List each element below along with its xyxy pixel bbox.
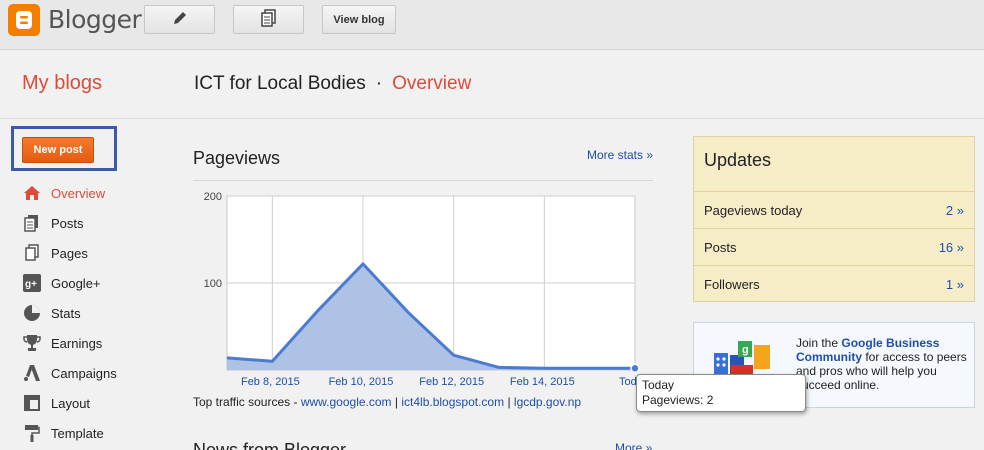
sidebar-item-label: Overview — [51, 185, 106, 201]
x-tick-label: Feb 10, 2015 — [329, 376, 394, 388]
page-title: ICT for Local Bodies · Overview — [194, 73, 471, 95]
top-bar: Blogger View blog — [0, 0, 984, 50]
news-heading: News from Blogger — [193, 440, 347, 450]
sidebar-item-template[interactable]: Template — [22, 418, 172, 448]
pencil-icon — [172, 10, 188, 29]
x-tick-label: Feb 14, 2015 — [510, 376, 575, 388]
more-stats-link[interactable]: More stats » — [587, 148, 653, 162]
sidebar-item-label: Posts — [51, 215, 84, 231]
svg-text:g+: g+ — [25, 279, 37, 290]
blog-title: ICT for Local Bodies — [194, 73, 366, 94]
pageviews-chart: 100 200 Feb 8, 2015 Feb 10, 2015 Feb 12, 201… — [204, 191, 640, 388]
updates-row-value[interactable]: 16 » — [939, 240, 964, 255]
traffic-label: Top traffic sources - — [193, 395, 298, 409]
traffic-source-link[interactable]: lgcdp.gov.np — [514, 395, 581, 409]
updates-heading: Updates — [694, 137, 974, 192]
sidebar-item-stats[interactable]: Stats — [22, 298, 172, 328]
updates-row-label: Pageviews today — [704, 202, 803, 218]
sidebar-item-label: Pages — [51, 245, 88, 261]
updates-row-label: Followers — [704, 277, 760, 292]
updates-row-label: Posts — [704, 239, 737, 255]
sidebar-item-overview[interactable]: Overview — [22, 178, 172, 208]
y-tick-label: 100 — [204, 278, 222, 290]
pageviews-divider — [193, 180, 653, 181]
new-post-toolbar-button[interactable] — [144, 5, 215, 34]
layout-icon — [22, 394, 42, 412]
community-text-pre: Join the — [796, 336, 842, 350]
sidebar-item-google-plus[interactable]: g+ Google+ — [22, 268, 172, 298]
traffic-separator: | — [507, 395, 511, 409]
x-tick-label: Tod — [619, 376, 637, 388]
blogger-logo-icon[interactable] — [8, 4, 40, 36]
svg-text:g: g — [742, 344, 749, 356]
updates-row-followers[interactable]: Followers 1 » — [694, 266, 974, 303]
sidebar-item-label: Stats — [51, 305, 81, 321]
header-divider — [0, 118, 984, 119]
adwords-icon — [22, 364, 42, 382]
new-post-button[interactable]: New post — [22, 137, 94, 163]
sidebar-item-label: Campaigns — [51, 365, 117, 381]
updates-row-value[interactable]: 1 » — [946, 277, 964, 292]
sidebar-item-layout[interactable]: Layout — [22, 388, 172, 418]
updates-row-value[interactable]: 2 » — [946, 203, 964, 218]
section-title: Overview — [392, 73, 472, 94]
updates-panel: Updates Pageviews today 2 » Posts 16 » F… — [693, 136, 975, 302]
x-tick-label: Feb 12, 2015 — [419, 376, 484, 388]
my-blogs-link[interactable]: My blogs — [22, 72, 102, 95]
sidebar-item-posts[interactable]: Posts — [22, 208, 172, 238]
traffic-sources: Top traffic sources - www.google.com | i… — [193, 395, 581, 409]
x-tick-label: Feb 8, 2015 — [241, 376, 300, 388]
posts-toolbar-button[interactable] — [233, 5, 304, 34]
tooltip-value: Pageviews: 2 — [642, 393, 714, 407]
data-point-highlight — [630, 363, 640, 374]
sidebar-item-label: Earnings — [51, 335, 103, 351]
updates-row-posts[interactable]: Posts 16 » — [694, 229, 974, 266]
posts-icon — [22, 214, 42, 232]
sidebar-item-campaigns[interactable]: Campaigns — [22, 358, 172, 388]
title-separator: · — [375, 73, 383, 94]
community-text: Join the Google Business Community for a… — [796, 336, 968, 392]
y-tick-label: 200 — [204, 191, 222, 203]
google-plus-icon: g+ — [22, 274, 42, 292]
traffic-source-link[interactable]: www.google.com — [301, 395, 392, 409]
sidebar-item-pages[interactable]: Pages — [22, 238, 172, 268]
sidebar-item-label: Layout — [51, 395, 91, 411]
pageviews-heading: Pageviews — [193, 148, 281, 168]
traffic-source-link[interactable]: ict4lb.blogspot.com — [401, 395, 504, 409]
sidebar-item-earnings[interactable]: Earnings — [22, 328, 172, 358]
view-blog-button[interactable]: View blog — [322, 5, 396, 34]
paint-roller-icon — [22, 424, 42, 442]
trophy-icon — [22, 334, 42, 352]
sidebar-item-label: Template — [51, 425, 104, 441]
app-name[interactable]: Blogger — [48, 5, 142, 34]
chart-tooltip: Today Pageviews: 2 — [636, 374, 806, 412]
sidebar-item-label: Google+ — [51, 275, 101, 291]
home-icon — [22, 184, 42, 202]
pie-chart-icon — [22, 304, 42, 322]
sidebar-nav: Overview Posts Pages g+ Google+ Stats Ea… — [22, 178, 172, 448]
pages-icon — [22, 244, 42, 262]
traffic-separator: | — [394, 395, 399, 409]
news-more-link[interactable]: More » — [615, 441, 652, 450]
updates-row-pageviews[interactable]: Pageviews today 2 » — [694, 192, 974, 229]
posts-list-icon — [260, 9, 277, 30]
tooltip-date: Today — [642, 378, 675, 392]
